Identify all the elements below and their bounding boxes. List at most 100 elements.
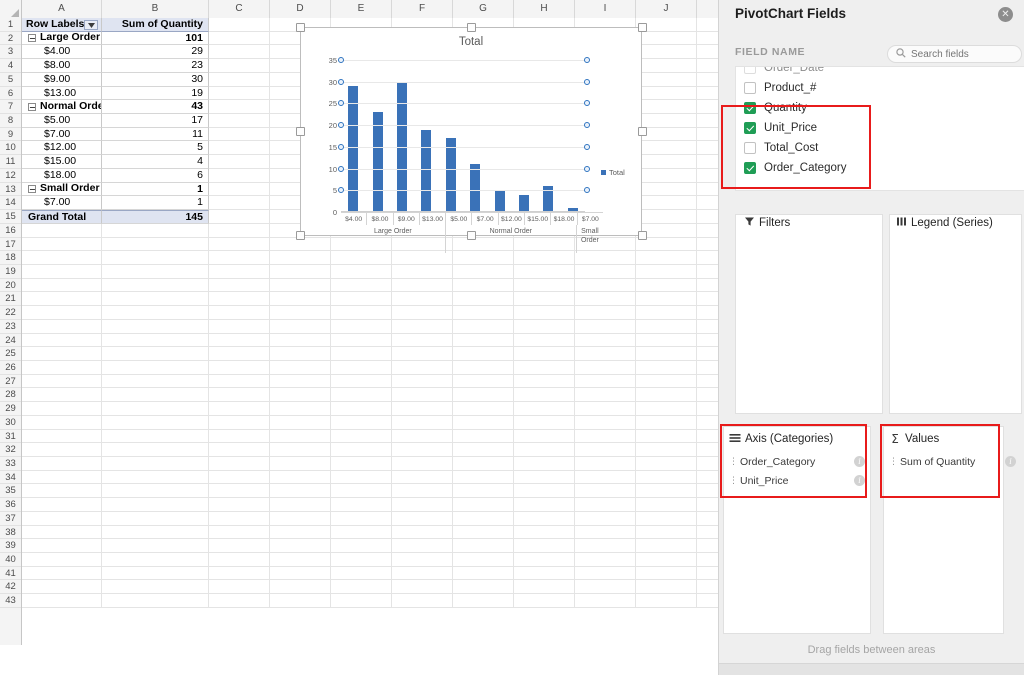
cell-A40[interactable] [22, 553, 102, 567]
pivot-item-label[interactable]: $8.00 [22, 59, 102, 73]
cell-C34[interactable] [209, 470, 270, 485]
cell-H43[interactable] [514, 594, 575, 608]
chart-resize-handle[interactable] [296, 127, 305, 136]
grid-row[interactable] [22, 264, 718, 279]
cell-D21[interactable] [270, 292, 331, 307]
cell-B23[interactable] [102, 319, 209, 334]
cell-B31[interactable] [102, 429, 209, 444]
checkbox-total-cost[interactable] [744, 142, 756, 154]
cell-F43[interactable] [392, 594, 453, 608]
cell-K25[interactable] [697, 347, 718, 361]
cell-B18[interactable] [102, 251, 209, 265]
legend-zone[interactable] [889, 214, 1022, 414]
cell-K26[interactable] [697, 361, 718, 375]
pivotchart-fields-pane[interactable]: PivotChart Fields ✕ FIELD NAME Order_Dat… [718, 0, 1024, 675]
pivot-item-label[interactable]: $4.00 [22, 45, 102, 60]
cell-K21[interactable] [697, 292, 718, 307]
cell-D31[interactable] [270, 429, 331, 444]
cell-D39[interactable] [270, 539, 331, 554]
cell-K10[interactable] [697, 141, 718, 156]
cell-J42[interactable] [636, 580, 697, 595]
cell-B38[interactable] [102, 525, 209, 540]
pivot-grand-total-value[interactable]: 145 [102, 210, 209, 224]
grid-row[interactable] [22, 429, 718, 444]
row-header-39[interactable]: 39 [0, 539, 21, 554]
cell-C27[interactable] [209, 374, 270, 389]
chart-bar-column[interactable] [512, 60, 536, 212]
cell-J30[interactable] [636, 415, 697, 430]
cell-A39[interactable] [22, 539, 102, 554]
cell-H22[interactable] [514, 306, 575, 320]
grid-row[interactable] [22, 388, 718, 403]
cell-C39[interactable] [209, 539, 270, 554]
cell-J43[interactable] [636, 594, 697, 608]
pivot-value[interactable]: 30 [102, 72, 209, 87]
cell-J8[interactable] [636, 114, 697, 128]
column-header-a[interactable]: A [22, 0, 102, 18]
cell-J39[interactable] [636, 539, 697, 554]
pivot-table[interactable]: Row Labels Sum of Quantity − Large Order 1… [22, 18, 209, 224]
cell-J3[interactable] [636, 45, 697, 60]
cell-C20[interactable] [209, 278, 270, 293]
cell-A43[interactable] [22, 594, 102, 608]
cell-C4[interactable] [209, 59, 270, 73]
cell-B42[interactable] [102, 580, 209, 595]
pivot-group-label[interactable]: − Small Order [22, 182, 102, 197]
cell-K40[interactable] [697, 553, 718, 567]
cell-A20[interactable] [22, 278, 102, 293]
cell-G38[interactable] [453, 525, 514, 540]
row-header-12[interactable]: 12 [0, 169, 21, 183]
column-header-j[interactable]: J [636, 0, 697, 18]
cell-K28[interactable] [697, 388, 718, 403]
chart-plot-handle[interactable] [338, 57, 344, 63]
row-header-13[interactable]: 13 [0, 183, 21, 197]
grid-row[interactable] [22, 306, 718, 320]
cell-G19[interactable] [453, 264, 514, 279]
chart-bar-column[interactable] [341, 60, 365, 212]
cell-I38[interactable] [575, 525, 636, 540]
row-header-40[interactable]: 40 [0, 553, 21, 567]
cell-J37[interactable] [636, 511, 697, 526]
checkbox-quantity[interactable] [744, 102, 756, 114]
cell-K15[interactable] [697, 210, 718, 224]
cell-J34[interactable] [636, 470, 697, 485]
chart-plot-handle[interactable] [584, 78, 590, 85]
row-header-1[interactable]: 1 [0, 18, 21, 32]
chart-plot-area[interactable]: 0 5 10 15 20 25 30 35 [323, 56, 590, 217]
cell-D19[interactable] [270, 264, 331, 279]
cell-J5[interactable] [636, 72, 697, 87]
field-list[interactable]: Order_Date Product_# Quantity Unit_Price Tot… [735, 66, 1024, 191]
chart-bar[interactable] [372, 112, 383, 212]
cell-H19[interactable] [514, 264, 575, 279]
cell-K5[interactable] [697, 73, 718, 87]
cell-K30[interactable] [697, 416, 718, 430]
cell-J25[interactable] [636, 347, 697, 361]
row-header-28[interactable]: 28 [0, 388, 21, 403]
cell-D36[interactable] [270, 498, 331, 512]
cell-A36[interactable] [22, 498, 102, 512]
cell-A29[interactable] [22, 402, 102, 416]
cell-F28[interactable] [392, 388, 453, 403]
cell-J13[interactable] [636, 182, 697, 197]
collapse-icon[interactable]: − [28, 102, 36, 111]
row-header-14[interactable]: 14 [0, 196, 21, 211]
column-header-f[interactable]: F [392, 0, 453, 18]
row-header-41[interactable]: 41 [0, 567, 21, 581]
cell-D29[interactable] [270, 402, 331, 416]
cell-C13[interactable] [209, 182, 270, 197]
row-header-15[interactable]: 15 [0, 210, 21, 224]
cell-E31[interactable] [331, 429, 392, 444]
cell-J28[interactable] [636, 388, 697, 403]
cell-H42[interactable] [514, 580, 575, 595]
pivot-grand-total-label[interactable]: Grand Total [22, 210, 102, 224]
row-header-33[interactable]: 33 [0, 457, 21, 471]
cell-F25[interactable] [392, 347, 453, 361]
cell-C12[interactable] [209, 168, 270, 183]
row-header-21[interactable]: 21 [0, 292, 21, 307]
cell-I34[interactable] [575, 470, 636, 485]
cell-C8[interactable] [209, 114, 270, 128]
cell-A31[interactable] [22, 429, 102, 444]
row-header-19[interactable]: 19 [0, 265, 21, 279]
cell-C18[interactable] [209, 251, 270, 265]
field-row-total-cost[interactable]: Total_Cost [736, 138, 1024, 158]
